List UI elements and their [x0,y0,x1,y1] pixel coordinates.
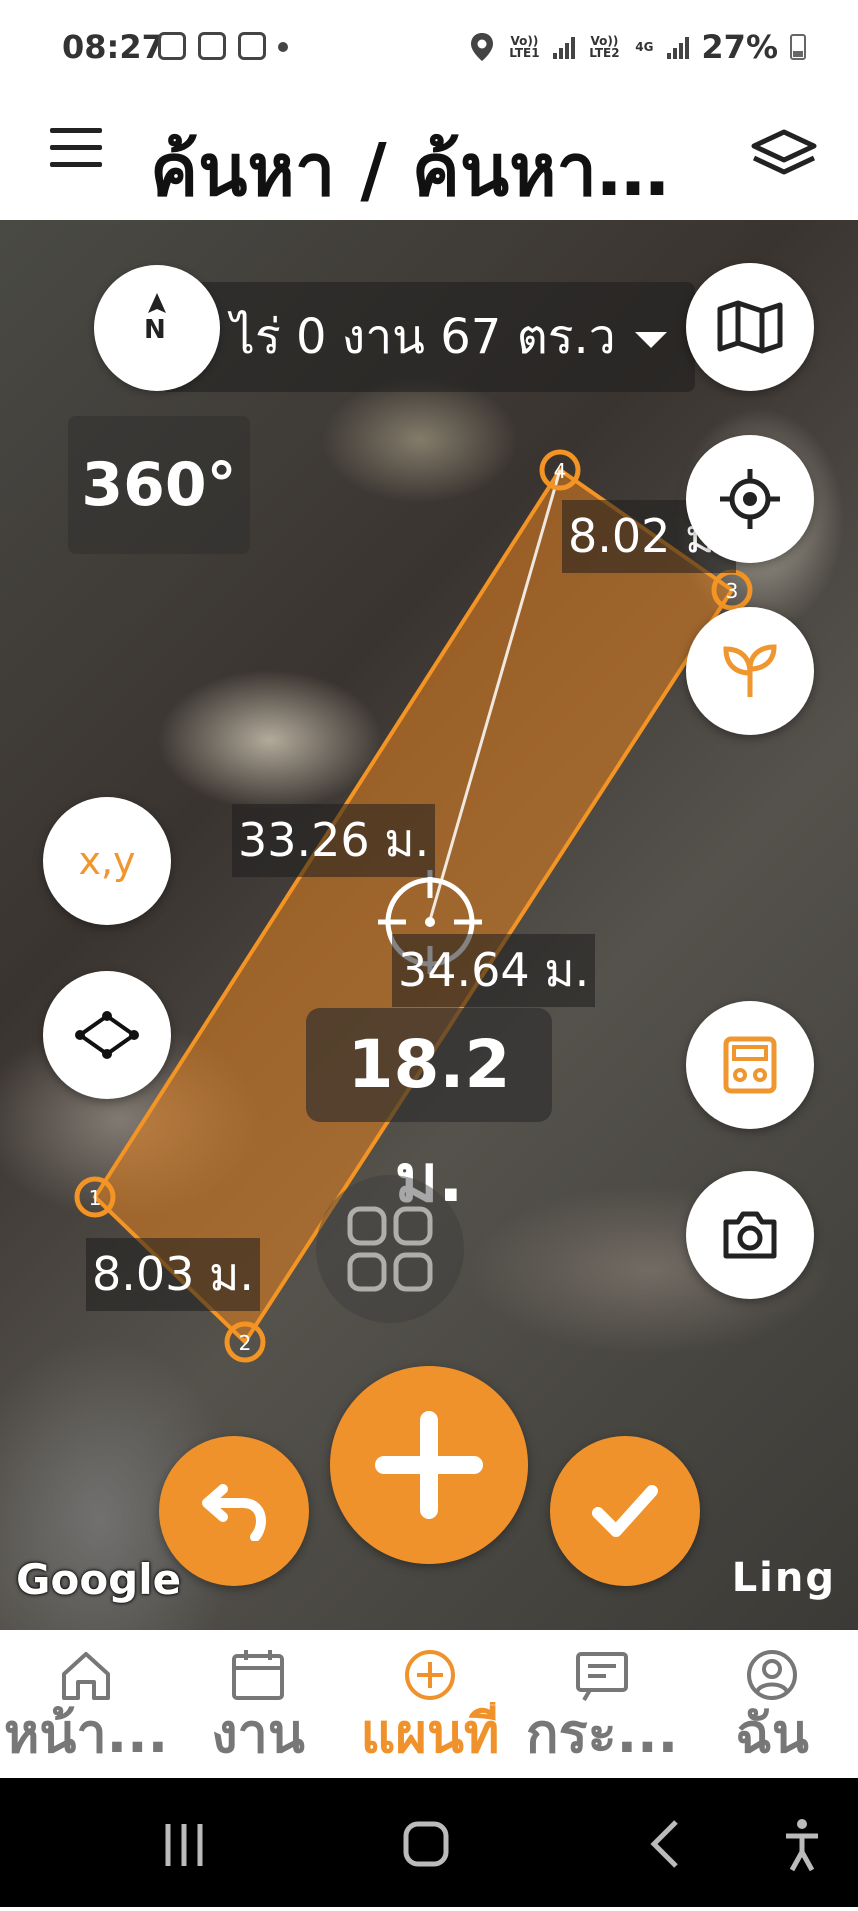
center-distance: 18.2 ม. [306,1008,552,1217]
plant-button[interactable] [686,607,814,735]
svg-text:4: 4 [554,459,567,483]
menu-icon-line [50,128,102,133]
vertex-4: 4 [539,449,581,491]
battery-percent: 27% [701,28,778,66]
status-right: Vo)) LTE1 Vo)) LTE2 4G 27% [469,28,806,66]
google-attribution: Google [16,1555,182,1604]
coordinate-button[interactable]: x,y [43,797,171,925]
calculator-button[interactable] [686,1001,814,1129]
signal1-icon [553,35,576,59]
status-time: 08:27 [62,28,164,66]
facebook-icon [238,32,266,60]
map-view[interactable]: 1 2 3 4 0 ไร่ 0 งาน 67 ตร.ว N 360° 8.02 … [0,220,858,1630]
gps-target-icon [720,469,780,529]
check-icon [592,1485,658,1537]
camera-button[interactable] [686,1171,814,1299]
sim1-network: Vo)) LTE1 [509,34,540,60]
confirm-button[interactable] [550,1436,700,1586]
polygon-tool-button[interactable] [43,971,171,1099]
nav-label: งาน [211,1702,305,1765]
home-button-icon [403,1821,449,1867]
system-navigation-bar [0,1778,858,1907]
sprout-icon [723,644,777,697]
map-type-button[interactable] [686,263,814,391]
svg-text:3: 3 [726,579,739,603]
nav-label: กระ... [525,1702,679,1765]
undo-button[interactable] [159,1436,309,1586]
segment-label-2-3: 34.64 ม. [392,934,596,1007]
area-selector[interactable]: 0 ไร่ 0 งาน 67 ตร.ว [160,282,695,392]
nav-tasks[interactable]: งาน [172,1648,344,1766]
segment-label-1-4: 33.26 ม. [232,804,436,877]
nav-label: หน้า... [3,1702,169,1765]
polygon-icon [75,1011,139,1059]
nav-label: ฉัน [735,1702,809,1765]
back-icon [650,1820,678,1868]
bottom-navigation: หน้า... งาน แผนที่ กระ... ฉัน [0,1630,858,1778]
notification-icons [158,32,288,60]
menu-icon-line [50,162,102,167]
my-location-button[interactable] [686,435,814,563]
voicemail-icon [158,32,186,60]
recent-apps-icon [165,1824,203,1866]
chevron-down-icon [635,332,667,348]
calendar-icon [232,1650,284,1700]
board-icon [576,1652,628,1702]
app-bar: ค้นหา / ค้นหาพิ... [0,98,858,220]
nav-profile[interactable]: ฉัน [686,1648,858,1766]
nav-board[interactable]: กระ... [516,1648,688,1766]
location-icon [471,33,494,61]
add-point-button[interactable] [330,1366,528,1564]
layers-button[interactable] [750,126,818,186]
svg-text:2: 2 [239,1331,252,1355]
map-icon [717,300,783,354]
nav-home[interactable]: หน้า... [0,1648,172,1766]
accessibility-icon [786,1819,818,1872]
more-notifications-icon [278,42,288,52]
camera-icon [723,1211,777,1259]
network-type: 4G [635,40,654,54]
coordinate-label: x,y [78,839,136,883]
user-icon [747,1650,797,1700]
area-text: 0 ไร่ 0 งาน 67 ตร.ว [185,309,616,365]
system-nav-icons [165,1819,818,1872]
apps-grid-button[interactable] [316,1175,464,1323]
battery-icon [790,34,806,60]
home-icon [62,1652,110,1700]
calculator-icon [723,1036,777,1094]
compass-button[interactable]: N [94,265,220,391]
menu-button[interactable] [50,128,102,174]
plus-icon [375,1411,483,1519]
page-title: ค้นหา / ค้นหาพิ... [150,128,710,212]
undo-icon [202,1484,267,1541]
segment-label-1-2: 8.03 ม. [86,1238,260,1311]
nav-label: แผนที่ [360,1702,500,1765]
watermark: Ling [731,1555,836,1601]
compass-north-label: N [144,315,166,345]
signal2-icon [667,35,690,59]
missed-call-icon [198,32,226,60]
sim2-network: Vo)) LTE2 [589,34,620,60]
svg-text:1: 1 [89,1186,102,1210]
nav-map[interactable]: แผนที่ [344,1648,516,1766]
menu-icon-line [50,145,102,150]
status-bar: 08:27 Vo)) LTE1 Vo)) LTE2 4G 27% [0,0,858,98]
view-360-button[interactable]: 360° [68,416,250,554]
plus-circle-icon [405,1650,455,1700]
grid-icon [347,1206,433,1292]
